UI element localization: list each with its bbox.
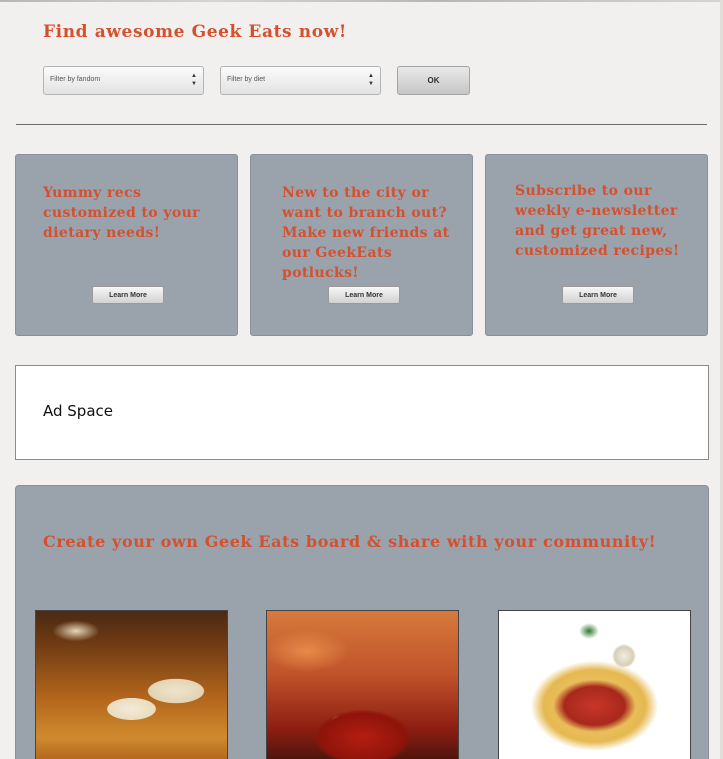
- wings-photo[interactable]: [266, 610, 459, 759]
- feature-card-recs: Yummy recs customized to your dietary ne…: [15, 154, 238, 336]
- fandom-filter-label: Filter by fandom: [50, 76, 101, 83]
- card-text: Subscribe to our weekly e-newsletter and…: [515, 183, 680, 259]
- card-text: New to the city or want to branch out? M…: [282, 185, 450, 281]
- page-title: Find awesome Geek Eats now!: [43, 22, 347, 42]
- beer-photo[interactable]: [35, 610, 228, 759]
- community-board-section: Create your own Geek Eats board & share …: [15, 485, 709, 759]
- feature-card-potlucks: New to the city or want to branch out? M…: [250, 154, 473, 336]
- learn-more-button[interactable]: Learn More: [92, 286, 164, 304]
- board-title: Create your own Geek Eats board & share …: [43, 532, 657, 551]
- fandom-filter-select[interactable]: Filter by fandom ▲ ▼: [43, 66, 204, 95]
- diet-filter-select[interactable]: Filter by diet ▲ ▼: [220, 66, 381, 95]
- spaghetti-photo[interactable]: [498, 610, 691, 759]
- learn-more-button[interactable]: Learn More: [562, 286, 634, 304]
- learn-more-button[interactable]: Learn More: [328, 286, 400, 304]
- top-border: [0, 0, 723, 2]
- select-arrows-icon: ▲ ▼: [368, 73, 374, 87]
- select-arrows-icon: ▲ ▼: [191, 73, 197, 87]
- ad-space[interactable]: Ad Space: [15, 365, 709, 460]
- ok-button[interactable]: OK: [397, 66, 470, 95]
- ad-label: Ad Space: [43, 402, 113, 420]
- divider: [16, 124, 707, 125]
- diet-filter-label: Filter by diet: [227, 76, 266, 83]
- feature-card-newsletter: Subscribe to our weekly e-newsletter and…: [485, 154, 708, 336]
- card-text: Yummy recs customized to your dietary ne…: [43, 185, 200, 241]
